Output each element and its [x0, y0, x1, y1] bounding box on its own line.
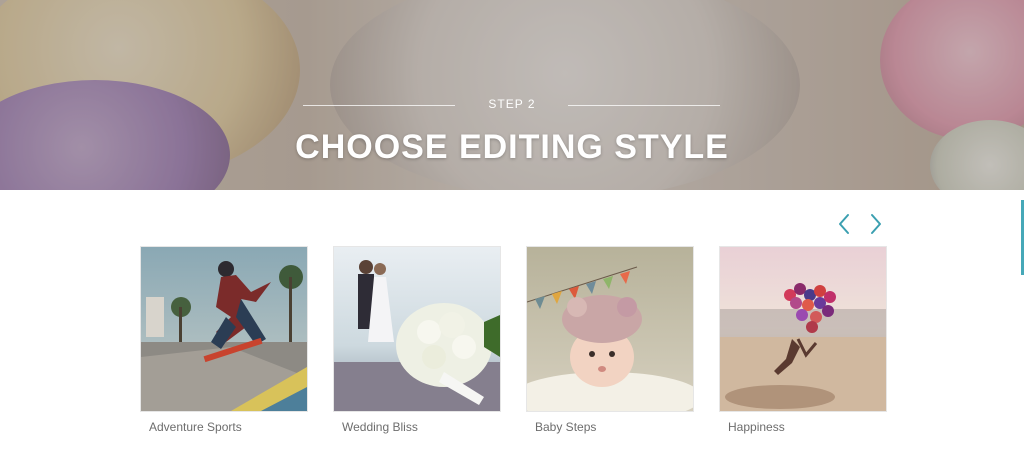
style-card-happiness[interactable]: Happiness [720, 247, 886, 434]
wedding-bliss-thumbnail[interactable] [334, 247, 500, 411]
carousel-next-button[interactable] [866, 212, 886, 236]
baby-steps-thumbnail[interactable] [527, 247, 693, 411]
adventure-sports-thumbnail[interactable] [141, 247, 307, 411]
hero-banner: STEP 2 CHOOSE EDITING STYLE [0, 0, 1024, 190]
step-indicator: STEP 2 [0, 97, 1024, 115]
style-card-wedding-bliss[interactable]: Wedding Bliss [334, 247, 500, 434]
style-card-baby-steps[interactable]: Baby Steps [527, 247, 693, 434]
happiness-thumbnail[interactable] [720, 247, 886, 411]
style-card-adventure-sports[interactable]: Adventure Sports [141, 247, 307, 434]
step-label: STEP 2 [488, 97, 536, 111]
style-card-label: Baby Steps [535, 420, 597, 434]
chevron-right-icon [871, 214, 881, 234]
carousel-prev-button[interactable] [834, 212, 854, 236]
chevron-left-icon [839, 214, 849, 234]
step-divider-right [568, 105, 720, 106]
style-card-label: Happiness [728, 420, 785, 434]
style-card-label: Adventure Sports [149, 420, 242, 434]
page-title: CHOOSE EDITING STYLE [295, 128, 729, 166]
style-card-label: Wedding Bliss [342, 420, 418, 434]
